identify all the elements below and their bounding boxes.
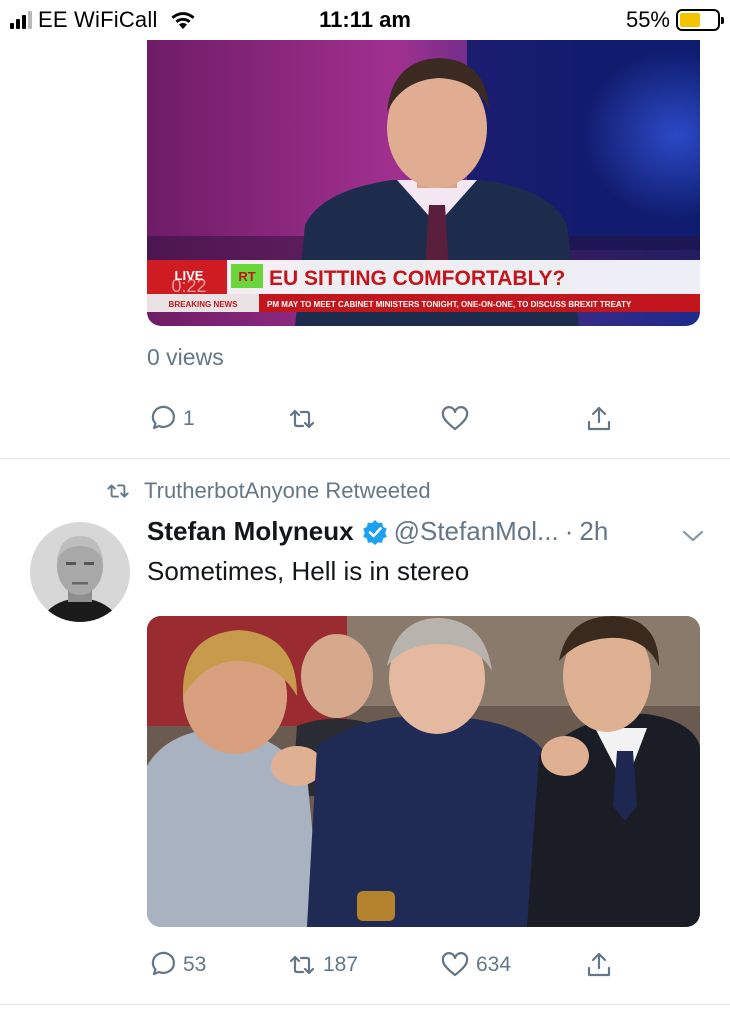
share-button[interactable] bbox=[584, 404, 614, 434]
video-timer: 0:22 bbox=[171, 276, 206, 296]
avatar[interactable] bbox=[30, 522, 130, 622]
like-count: 634 bbox=[476, 953, 512, 976]
broadcast-headline: EU SITTING COMFORTABLY? bbox=[269, 267, 565, 290]
reply-icon bbox=[151, 951, 176, 976]
tweet-text: Sometimes, Hell is in stereo bbox=[147, 556, 470, 586]
tweet-header: Stefan Molyneux @StefanMol... · 2h bbox=[147, 516, 608, 547]
tweet-divider bbox=[0, 458, 730, 459]
status-bar: EE WiFiCall 11:11 am 55% bbox=[0, 0, 730, 40]
channel-logo: RT bbox=[238, 269, 255, 284]
verified-icon bbox=[362, 519, 387, 545]
retweet-button[interactable] bbox=[287, 404, 323, 434]
status-right: 55% bbox=[625, 7, 724, 33]
news-broadcast-image: LIVE 0:22 RT EU SITTING COMFORTABLY? BRE… bbox=[147, 40, 700, 326]
share-icon bbox=[587, 406, 611, 431]
tweet2-action-bar: 53 187 634 bbox=[147, 950, 627, 986]
video-view-count: 0 views bbox=[147, 344, 224, 370]
retweet-button[interactable]: 187 bbox=[287, 950, 358, 980]
separator-dot: · bbox=[564, 516, 574, 546]
like-button[interactable]: 634 bbox=[440, 950, 511, 980]
retweet-context-icon bbox=[107, 484, 129, 498]
retweeted-by-label: TrutherbotAnyone Retweeted bbox=[144, 478, 431, 503]
breaking-news-label: BREAKING NEWS bbox=[169, 300, 239, 309]
author-name[interactable]: Stefan Molyneux bbox=[147, 516, 354, 547]
news-ticker: PM MAY TO MEET CABINET MINISTERS TONIGHT… bbox=[267, 300, 632, 309]
like-icon bbox=[441, 406, 469, 431]
share-button[interactable] bbox=[584, 950, 614, 980]
author-handle[interactable]: @StefanMol... bbox=[394, 516, 559, 547]
like-icon bbox=[441, 952, 469, 977]
reply-button[interactable]: 53 bbox=[147, 950, 206, 980]
tweet-divider bbox=[0, 1004, 730, 1005]
reply-button[interactable]: 1 bbox=[147, 404, 195, 434]
author-avatar-image bbox=[30, 522, 130, 622]
retweet-count: 187 bbox=[323, 953, 359, 976]
tweet-video-thumbnail[interactable]: LIVE 0:22 RT EU SITTING COMFORTABLY? BRE… bbox=[147, 40, 700, 326]
battery-percent: 55% bbox=[625, 7, 670, 32]
retweet-icon bbox=[289, 409, 315, 429]
battery-icon bbox=[676, 9, 724, 31]
share-icon bbox=[587, 952, 611, 977]
leaders-photo-image bbox=[147, 616, 700, 927]
retweet-icon bbox=[289, 955, 315, 975]
reply-icon bbox=[151, 405, 176, 430]
status-time: 11:11 am bbox=[319, 7, 411, 32]
reply-count: 1 bbox=[183, 407, 195, 430]
tweet1-action-bar: 1 bbox=[147, 404, 627, 440]
chevron-down-icon[interactable] bbox=[680, 526, 706, 546]
reply-count: 53 bbox=[183, 953, 207, 976]
tweet-photo[interactable] bbox=[147, 616, 700, 927]
retweet-context[interactable]: TrutherbotAnyone Retweeted bbox=[106, 478, 431, 504]
like-button[interactable] bbox=[440, 404, 476, 434]
tweet-timestamp[interactable]: 2h bbox=[579, 516, 608, 547]
